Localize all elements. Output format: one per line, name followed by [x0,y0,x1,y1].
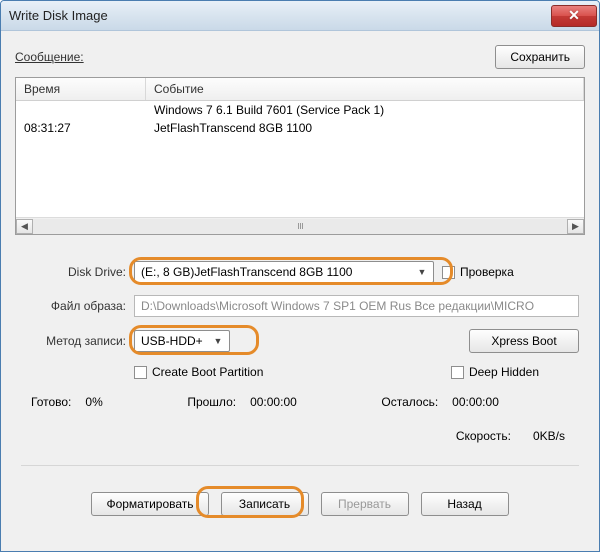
create-boot-label: Create Boot Partition [152,365,263,379]
col-time-header[interactable]: Время [16,78,146,100]
close-icon: ✕ [568,7,580,24]
back-button[interactable]: Назад [421,492,509,516]
elapsed-value: 00:00:00 [250,395,297,409]
write-method-select[interactable]: USB-HDD+ ▼ [134,330,230,352]
scroll-grip-icon [298,223,303,229]
message-label: Сообщение: [15,50,485,64]
scroll-left-button[interactable]: ◀ [16,219,33,234]
create-boot-partition-checkbox[interactable]: Create Boot Partition [134,365,263,379]
checkbox-box-icon [451,366,464,379]
log-row[interactable]: Windows 7 6.1 Build 7601 (Service Pack 1… [16,101,584,119]
deep-hidden-checkbox[interactable]: Deep Hidden [451,365,539,379]
chevron-right-icon: ▶ [572,221,579,232]
horizontal-scrollbar[interactable]: ◀ ▶ [16,217,584,234]
disk-drive-value: (E:, 8 GB)JetFlashTranscend 8GB 1100 [141,265,352,279]
ready-value: 0% [85,395,102,409]
deep-hidden-label: Deep Hidden [469,365,539,379]
log-time [16,101,146,119]
chevron-down-icon: ▼ [211,336,225,346]
write-disk-image-window: Write Disk Image ✕ Сообщение: Сохранить … [0,0,600,552]
image-file-label: Файл образа: [21,299,126,313]
format-button[interactable]: Форматировать [91,492,208,516]
chevron-left-icon: ◀ [21,221,28,232]
checkbox-box-icon [134,366,147,379]
verify-label: Проверка [460,265,514,279]
log-list: Время Событие Windows 7 6.1 Build 7601 (… [15,77,585,235]
speed-value: 0KB/s [533,429,565,443]
window-title: Write Disk Image [9,8,551,23]
remaining-label: Осталось: [381,395,438,409]
scroll-right-button[interactable]: ▶ [567,219,584,234]
col-event-header[interactable]: Событие [146,78,584,100]
log-body: Windows 7 6.1 Build 7601 (Service Pack 1… [16,101,584,217]
write-button[interactable]: Записать [221,492,309,516]
log-header: Время Событие [16,78,584,101]
titlebar: Write Disk Image ✕ [1,1,599,31]
form-area: Disk Drive: (E:, 8 GB)JetFlashTranscend … [15,243,585,528]
image-file-input[interactable] [134,295,579,317]
speed-label: Скорость: [456,429,511,443]
log-event: JetFlashTranscend 8GB 1100 [146,119,584,137]
divider [21,465,579,466]
verify-checkbox[interactable]: Проверка [442,265,514,279]
elapsed-label: Прошло: [187,395,236,409]
abort-button: Прервать [321,492,409,516]
write-method-label: Метод записи: [21,334,126,348]
disk-drive-select[interactable]: (E:, 8 GB)JetFlashTranscend 8GB 1100 ▼ [134,261,434,283]
close-button[interactable]: ✕ [551,5,597,27]
xpress-boot-button[interactable]: Xpress Boot [469,329,579,353]
remaining-value: 00:00:00 [452,395,499,409]
write-method-value: USB-HDD+ [141,334,203,348]
scroll-track[interactable] [33,219,567,234]
checkbox-box-icon [442,266,455,279]
content-area: Сообщение: Сохранить Время Событие Windo… [1,31,599,551]
log-event: Windows 7 6.1 Build 7601 (Service Pack 1… [146,101,584,119]
chevron-down-icon: ▼ [415,267,429,277]
log-row[interactable]: 08:31:27 JetFlashTranscend 8GB 1100 [16,119,584,137]
disk-drive-label: Disk Drive: [21,265,126,279]
log-time: 08:31:27 [16,119,146,137]
save-button[interactable]: Сохранить [495,45,585,69]
ready-label: Готово: [31,395,71,409]
